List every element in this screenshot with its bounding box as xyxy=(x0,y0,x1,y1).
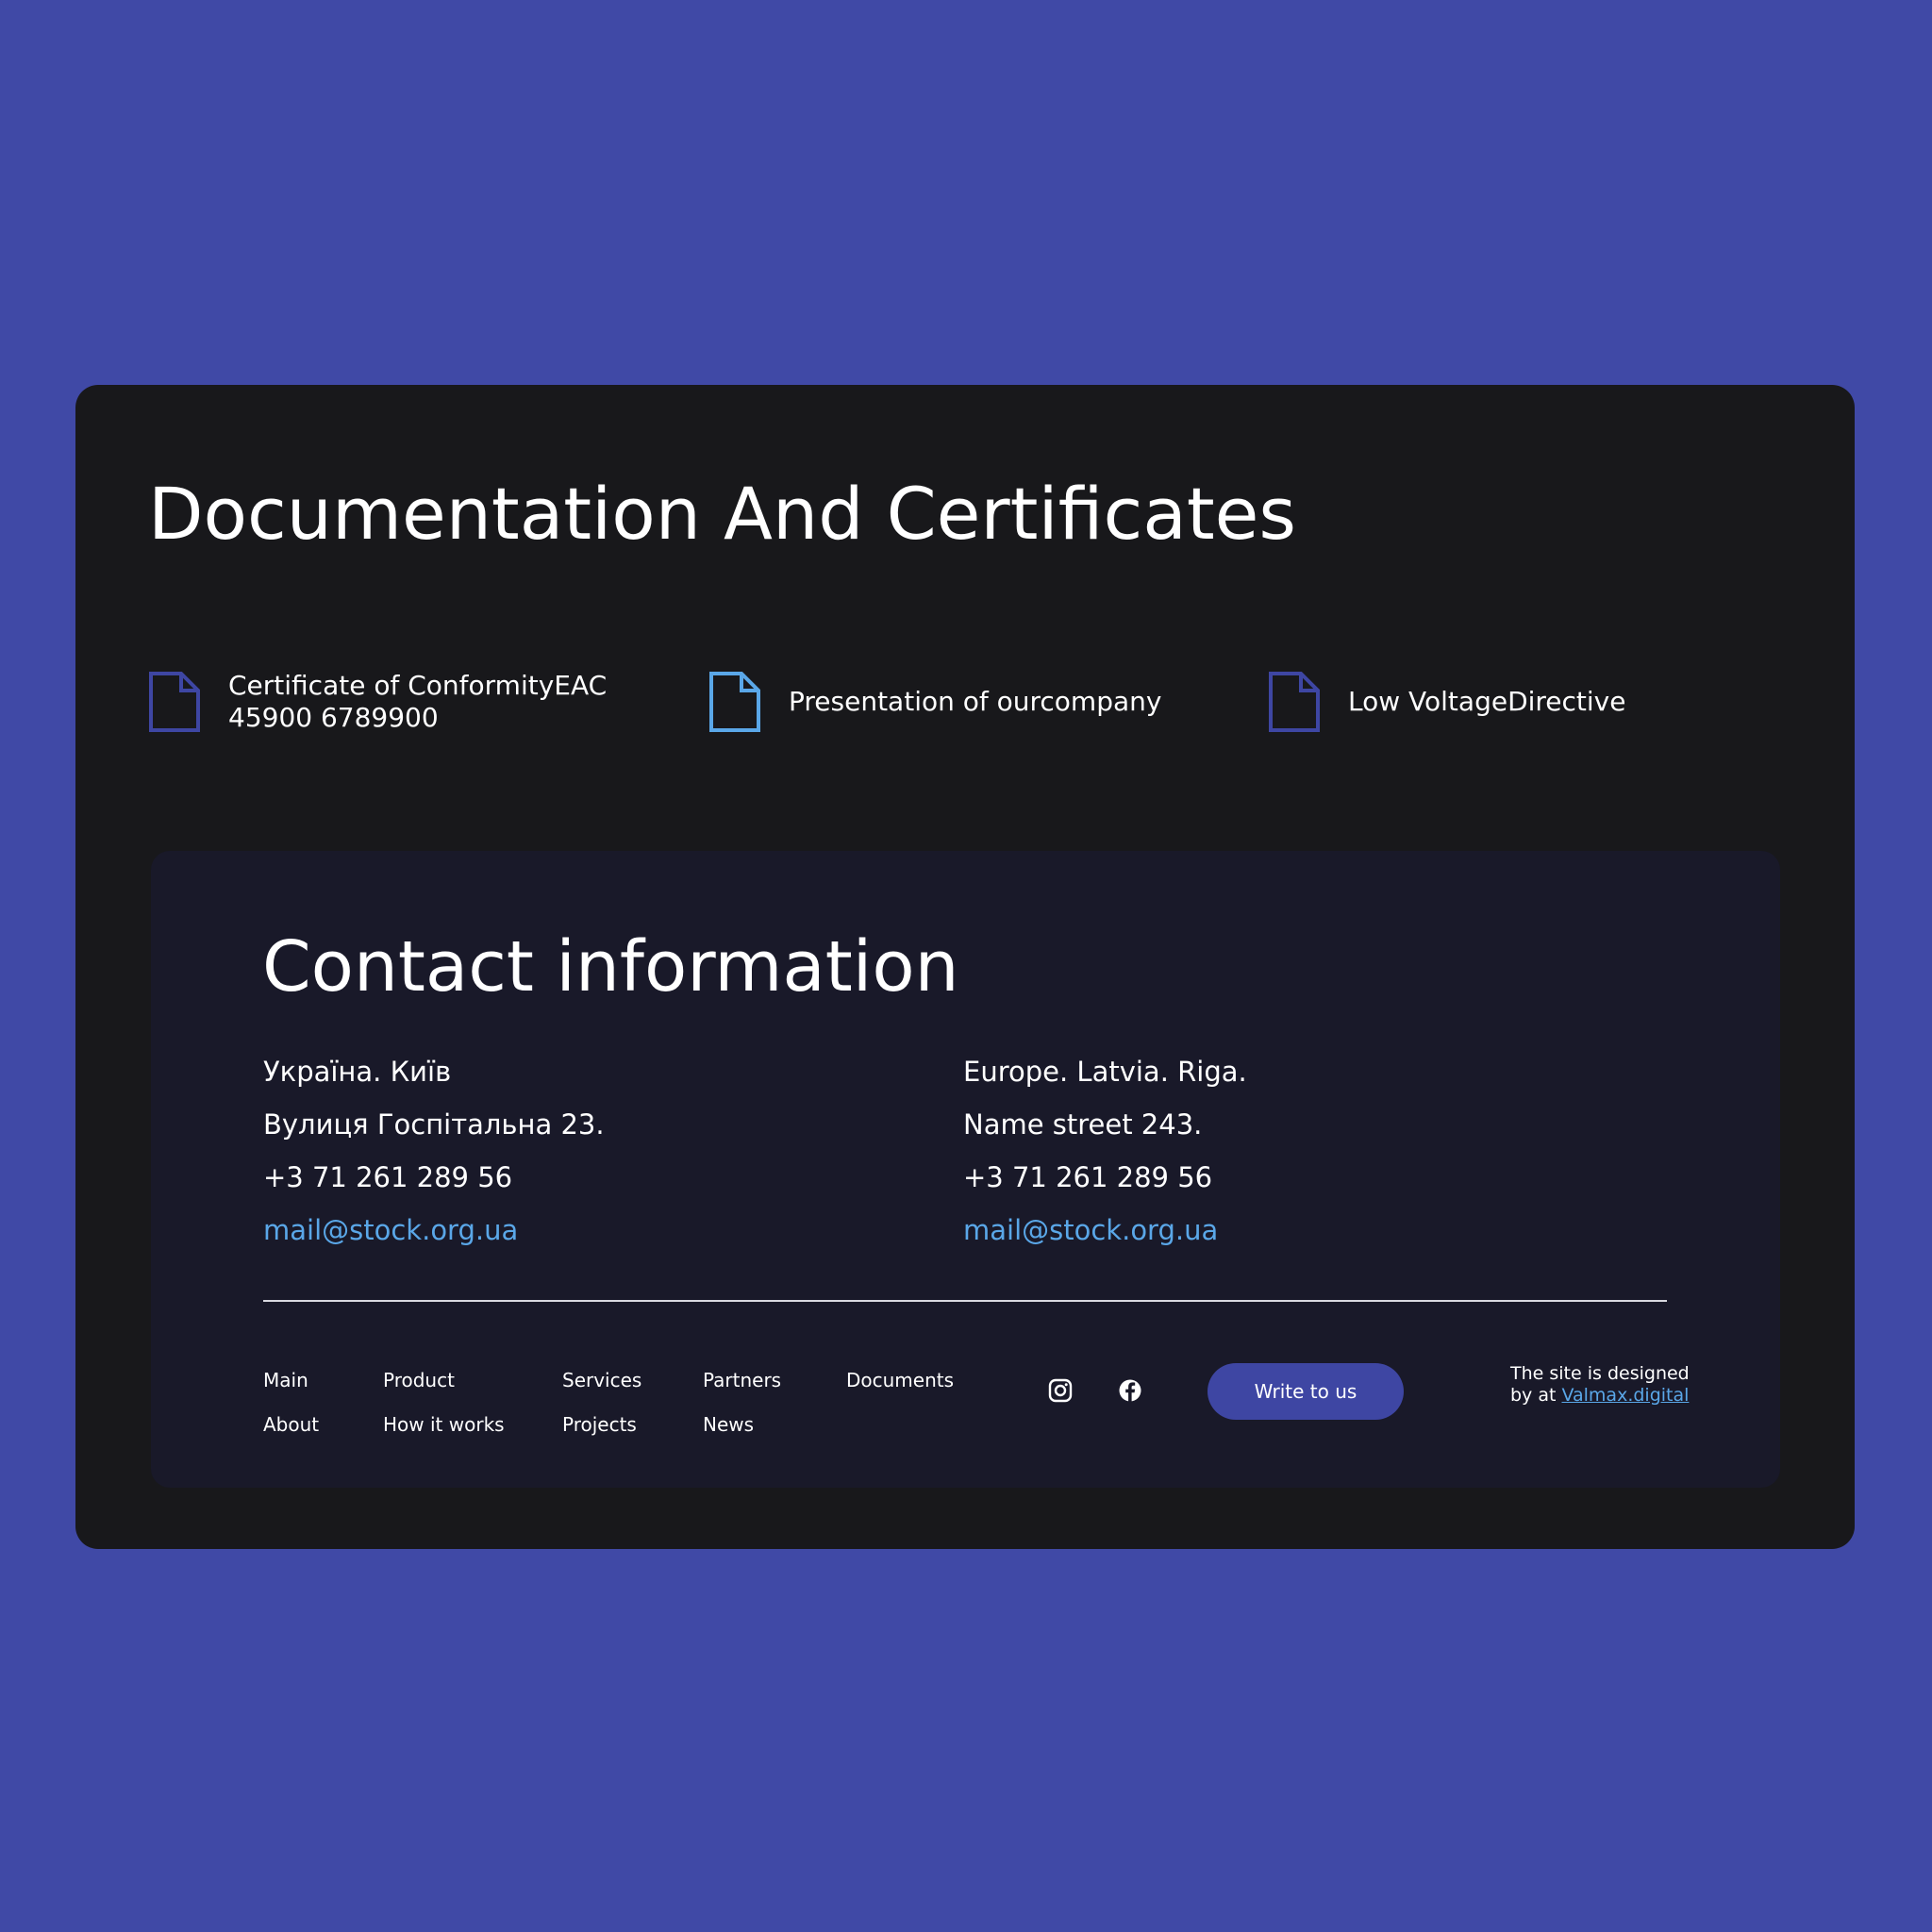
nav-link-projects[interactable]: Projects xyxy=(562,1412,637,1437)
nav-link-news[interactable]: News xyxy=(703,1412,754,1437)
contact-phone: +3 71 261 289 56 xyxy=(963,1161,1213,1193)
nav-link-main[interactable]: Main xyxy=(263,1368,308,1392)
doc-item-low-voltage[interactable]: Low VoltageDirective xyxy=(1268,666,1625,738)
doc-label-certificate: Certificate of ConformityEAC 45900 67899… xyxy=(228,670,608,733)
designer-credit: The site is designed by at Valmax.digita… xyxy=(1510,1363,1690,1407)
docs-title: Documentation And Certificates xyxy=(148,472,1296,556)
doc-item-presentation[interactable]: Presentation of ourcompany xyxy=(708,666,1161,738)
contact-street: Вулиця Госпітальна 23. xyxy=(263,1108,605,1141)
contact-panel: Contact information Україна. Київ Вулиця… xyxy=(151,851,1780,1488)
documents-card: Documentation And Certificates Certifica… xyxy=(75,385,1855,1549)
nav-link-how-it-works[interactable]: How it works xyxy=(383,1412,505,1437)
nav-link-product[interactable]: Product xyxy=(383,1368,455,1392)
credit-line-1: The site is designed xyxy=(1510,1363,1690,1384)
contact-street: Name street 243. xyxy=(963,1108,1203,1141)
nav-link-about[interactable]: About xyxy=(263,1412,319,1437)
facebook-icon[interactable] xyxy=(1117,1377,1143,1404)
doc-label-presentation: Presentation of ourcompany xyxy=(789,686,1162,717)
doc-label-low-voltage: Low VoltageDirective xyxy=(1348,686,1626,717)
contact-email-link[interactable]: mail@stock.org.ua xyxy=(263,1214,518,1246)
contact-column-riga: Europe. Latvia. Riga. Name street 243. +… xyxy=(963,1055,1247,1266)
divider xyxy=(263,1300,1667,1302)
contact-phone: +3 71 261 289 56 xyxy=(263,1161,513,1193)
nav-link-services[interactable]: Services xyxy=(562,1368,641,1392)
contact-column-kyiv: Україна. Київ Вулиця Госпітальна 23. +3 … xyxy=(263,1055,605,1266)
document-icon xyxy=(1269,672,1320,732)
document-icon xyxy=(149,672,200,732)
contact-email-link[interactable]: mail@stock.org.ua xyxy=(963,1214,1218,1246)
document-icon xyxy=(709,672,760,732)
contact-title: Contact information xyxy=(262,926,959,1008)
write-to-us-button[interactable]: Write to us xyxy=(1208,1363,1404,1420)
instagram-icon[interactable] xyxy=(1047,1377,1074,1404)
valmax-link[interactable]: Valmax.digital xyxy=(1561,1385,1689,1406)
doc-item-certificate[interactable]: Certificate of ConformityEAC 45900 67899… xyxy=(148,666,607,738)
nav-link-partners[interactable]: Partners xyxy=(703,1368,781,1392)
nav-link-documents[interactable]: Documents xyxy=(846,1368,954,1392)
credit-line-2: by at xyxy=(1510,1385,1562,1406)
contact-location: Україна. Київ xyxy=(263,1056,452,1088)
contact-location: Europe. Latvia. Riga. xyxy=(963,1056,1247,1088)
